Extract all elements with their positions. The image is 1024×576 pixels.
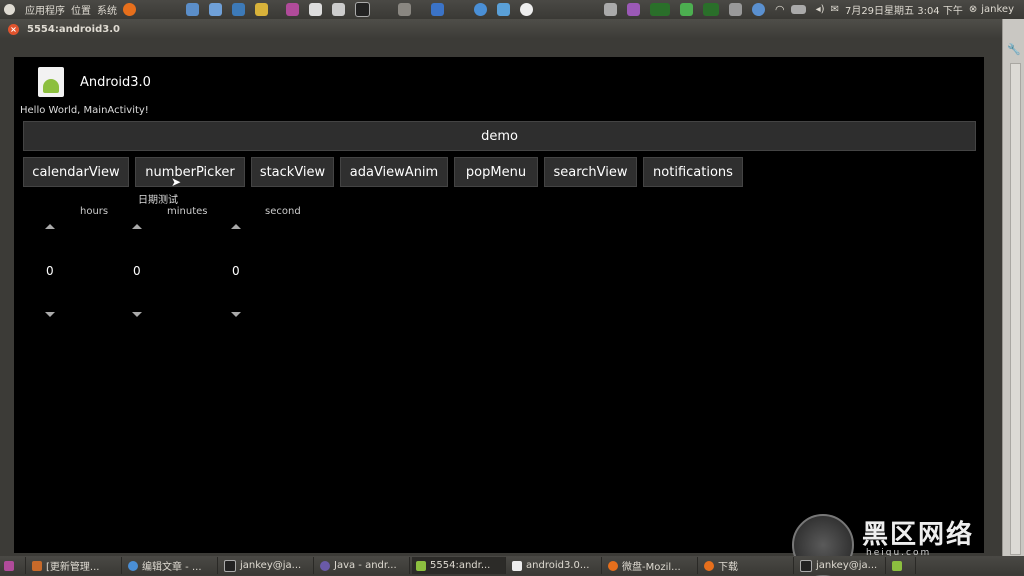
- bluetooth-icon[interactable]: [431, 3, 448, 16]
- second-label: second: [265, 206, 301, 217]
- hours-value[interactable]: 0: [46, 264, 54, 278]
- keyboard-icon[interactable]: [790, 5, 810, 14]
- bottom-taskbar: [更新管理... 编辑文章 - ... jankey@ja... Java - …: [0, 556, 1024, 575]
- task-downloads[interactable]: 下载: [700, 557, 794, 574]
- firefox-launcher-icon[interactable]: [123, 3, 140, 16]
- power-icon: ⊗: [968, 4, 978, 15]
- launcher-icon-6[interactable]: [332, 3, 349, 16]
- tooltip: 日期测试: [138, 195, 178, 206]
- show-desktop-icon[interactable]: [0, 557, 26, 574]
- search-tray-icon[interactable]: [729, 3, 746, 16]
- task-update-manager[interactable]: [更新管理...: [28, 557, 122, 574]
- user-menu[interactable]: ⊗ jankey: [969, 4, 1014, 15]
- searchview-button[interactable]: searchView: [544, 157, 637, 187]
- second-increment-icon[interactable]: [231, 224, 241, 229]
- minutes-decrement-icon[interactable]: [132, 312, 142, 317]
- monitor-icon[interactable]: [604, 3, 621, 16]
- close-icon[interactable]: ×: [8, 23, 19, 35]
- stackview-button[interactable]: stackView: [251, 157, 334, 187]
- minutes-label: minutes: [167, 206, 208, 217]
- top-panel: 应用程序 位置 系统 ◠ ◂) ✉ 7月29日星期五 3:04 下午 ⊗ jan…: [0, 0, 1024, 19]
- messenger-icon[interactable]: [497, 3, 514, 16]
- task-label: 5554:andr...: [430, 560, 491, 571]
- vertical-scrollbar[interactable]: [1010, 63, 1021, 555]
- emulator-screen: Android3.0 Hello World, MainActivity! de…: [14, 57, 984, 553]
- task-label: 编辑文章 - ...: [142, 562, 202, 573]
- menu-places[interactable]: 位置: [71, 2, 91, 17]
- app-tray-icon[interactable]: [627, 3, 644, 16]
- task-label: android3.0...: [526, 560, 590, 571]
- checkbox-tray-icon[interactable]: [680, 3, 697, 16]
- qq-icon[interactable]: [520, 3, 537, 16]
- watermark-text: 黑区网络: [862, 520, 975, 550]
- task-emulator[interactable]: 5554:andr...: [412, 557, 506, 574]
- numberpicker-button[interactable]: numberPicker: [135, 157, 245, 187]
- minutes-increment-icon[interactable]: [132, 224, 142, 229]
- window-title: 5554:android3.0: [27, 23, 120, 35]
- clock[interactable]: 7月29日星期五 3:04 下午: [845, 2, 963, 17]
- side-toolbar: 🔧: [1002, 19, 1024, 556]
- hours-decrement-icon[interactable]: [45, 312, 55, 317]
- chrome-icon[interactable]: [474, 3, 491, 16]
- watermark: 黑区网络 heiqu.com: [790, 510, 1020, 576]
- mail-icon[interactable]: ✉: [831, 4, 839, 15]
- task-label: [更新管理...: [46, 562, 100, 573]
- second-decrement-icon[interactable]: [231, 312, 241, 317]
- hours-label: hours: [80, 206, 109, 217]
- ubuntu-logo-icon[interactable]: [4, 4, 19, 15]
- android-app-icon: [38, 67, 64, 97]
- launcher-icon-2[interactable]: [209, 3, 226, 16]
- terminal-icon[interactable]: [355, 2, 374, 17]
- app-title: Android3.0: [80, 75, 151, 90]
- hello-text: Hello World, MainActivity!: [20, 105, 149, 116]
- task-label: 下载: [718, 562, 738, 573]
- task-terminal-2[interactable]: jankey@ja...: [796, 557, 886, 574]
- user-name: jankey: [981, 4, 1014, 15]
- task-label: 微盘-Mozil...: [622, 562, 681, 573]
- task-weipan-firefox[interactable]: 微盘-Mozil...: [604, 557, 698, 574]
- launcher-icon-3[interactable]: [232, 3, 249, 16]
- task-terminal-1[interactable]: jankey@ja...: [220, 557, 314, 574]
- demo-button[interactable]: demo: [23, 121, 976, 151]
- menu-applications[interactable]: 应用程序: [25, 2, 65, 17]
- workspace-switcher-icon[interactable]: [398, 3, 415, 16]
- notifications-button[interactable]: notifications: [643, 157, 743, 187]
- task-android-icon[interactable]: [888, 557, 916, 574]
- popmenu-button[interactable]: popMenu: [454, 157, 538, 187]
- minutes-value[interactable]: 0: [133, 264, 141, 278]
- task-android-folder[interactable]: android3.0...: [508, 557, 602, 574]
- launcher-icon-5[interactable]: [309, 3, 326, 16]
- task-edit-article[interactable]: 编辑文章 - ...: [124, 557, 218, 574]
- wrench-icon[interactable]: 🔧: [1007, 43, 1021, 56]
- wifi-icon[interactable]: ◠: [775, 3, 785, 16]
- window-titlebar[interactable]: × 5554:android3.0: [0, 19, 1002, 39]
- menu-system[interactable]: 系统: [97, 2, 117, 17]
- user-status-icon[interactable]: [752, 3, 769, 16]
- broom-icon[interactable]: [255, 3, 272, 16]
- calendarview-button[interactable]: calendarView: [23, 157, 129, 187]
- second-value[interactable]: 0: [232, 264, 240, 278]
- mouse-cursor-icon: ➤: [171, 175, 182, 189]
- network-graph-icon[interactable]: [703, 3, 723, 16]
- volume-icon[interactable]: ◂): [816, 4, 825, 15]
- task-java-eclipse[interactable]: Java - andr...: [316, 557, 410, 574]
- launcher-icon-4[interactable]: [286, 3, 303, 16]
- task-label: Java - andr...: [334, 560, 397, 571]
- system-monitor-icon[interactable]: [650, 3, 674, 16]
- task-label: jankey@ja...: [240, 560, 302, 571]
- hours-increment-icon[interactable]: [45, 224, 55, 229]
- top-panel-tray: ◠ ◂) ✉ 7月29日星期五 3:04 下午 ⊗ jankey: [604, 0, 1020, 19]
- task-label: jankey@ja...: [816, 560, 878, 571]
- launcher-icon-1[interactable]: [186, 3, 203, 16]
- adaviewanim-button[interactable]: adaViewAnim: [340, 157, 448, 187]
